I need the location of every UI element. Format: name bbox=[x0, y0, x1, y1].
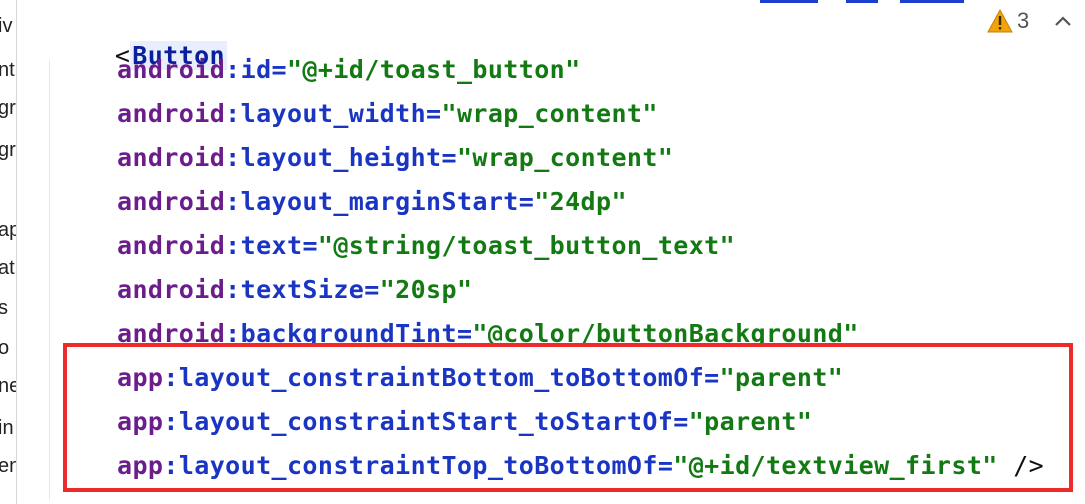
attribute-name: id bbox=[240, 55, 272, 84]
clipped-text: o bbox=[0, 338, 9, 358]
attribute-namespace: android bbox=[117, 275, 226, 304]
clipped-text: in bbox=[0, 417, 14, 439]
attribute-namespace: android bbox=[117, 231, 226, 260]
attribute-value: "20sp" bbox=[379, 275, 473, 304]
attribute-name: layout_height bbox=[240, 143, 442, 172]
clipped-text: nt bbox=[0, 59, 15, 81]
project-panel-edge: iv nt gr gr ap at s o ne in en bbox=[0, 0, 17, 504]
attribute-name: layout_width bbox=[240, 99, 427, 128]
attribute-namespace: android bbox=[117, 55, 226, 84]
warning-triangle-icon bbox=[987, 9, 1013, 33]
chevron-up-icon[interactable] bbox=[1052, 10, 1074, 32]
warning-count: 3 bbox=[1017, 8, 1030, 33]
clipped-text: ap bbox=[0, 220, 16, 240]
attribute-namespace: android bbox=[117, 99, 226, 128]
code-line-attribute[interactable]: android:id="@+id/toast_button" bbox=[117, 55, 581, 85]
attribute-value: "@+id/toast_button" bbox=[286, 55, 581, 84]
attribute-name: textSize bbox=[240, 275, 365, 304]
code-line-attribute[interactable]: android:text="@string/toast_button_text" bbox=[117, 231, 735, 261]
attribute-namespace: android bbox=[117, 187, 226, 216]
clipped-text: ne bbox=[0, 376, 16, 396]
attribute-value: "wrap_content" bbox=[456, 143, 674, 172]
attribute-value: "@string/toast_button_text" bbox=[317, 231, 736, 260]
indent-guide bbox=[49, 60, 50, 500]
attribute-name: text bbox=[240, 231, 303, 260]
code-line-attribute[interactable]: android:layout_marginStart="24dp" bbox=[117, 187, 627, 217]
attribute-value: "wrap_content" bbox=[441, 99, 658, 128]
clipped-text: at bbox=[0, 257, 15, 279]
clipped-text: gr bbox=[0, 97, 16, 119]
attribute-name: layout_marginStart bbox=[240, 187, 519, 216]
inspection-widget[interactable]: 3 bbox=[987, 8, 1029, 34]
clipped-text: s bbox=[0, 298, 8, 318]
attribute-value: "24dp" bbox=[534, 187, 627, 216]
highlight-box bbox=[63, 343, 1073, 492]
attribute-namespace: android bbox=[117, 143, 226, 172]
clipped-text: gr bbox=[0, 139, 16, 161]
code-line-attribute[interactable]: android:layout_height="wrap_content" bbox=[117, 143, 673, 173]
clipped-text: iv bbox=[0, 15, 13, 37]
code-line-attribute[interactable]: android:layout_width="wrap_content" bbox=[117, 99, 658, 129]
clipped-text: en bbox=[0, 456, 16, 476]
code-line-attribute[interactable]: android:textSize="20sp" bbox=[117, 275, 472, 305]
